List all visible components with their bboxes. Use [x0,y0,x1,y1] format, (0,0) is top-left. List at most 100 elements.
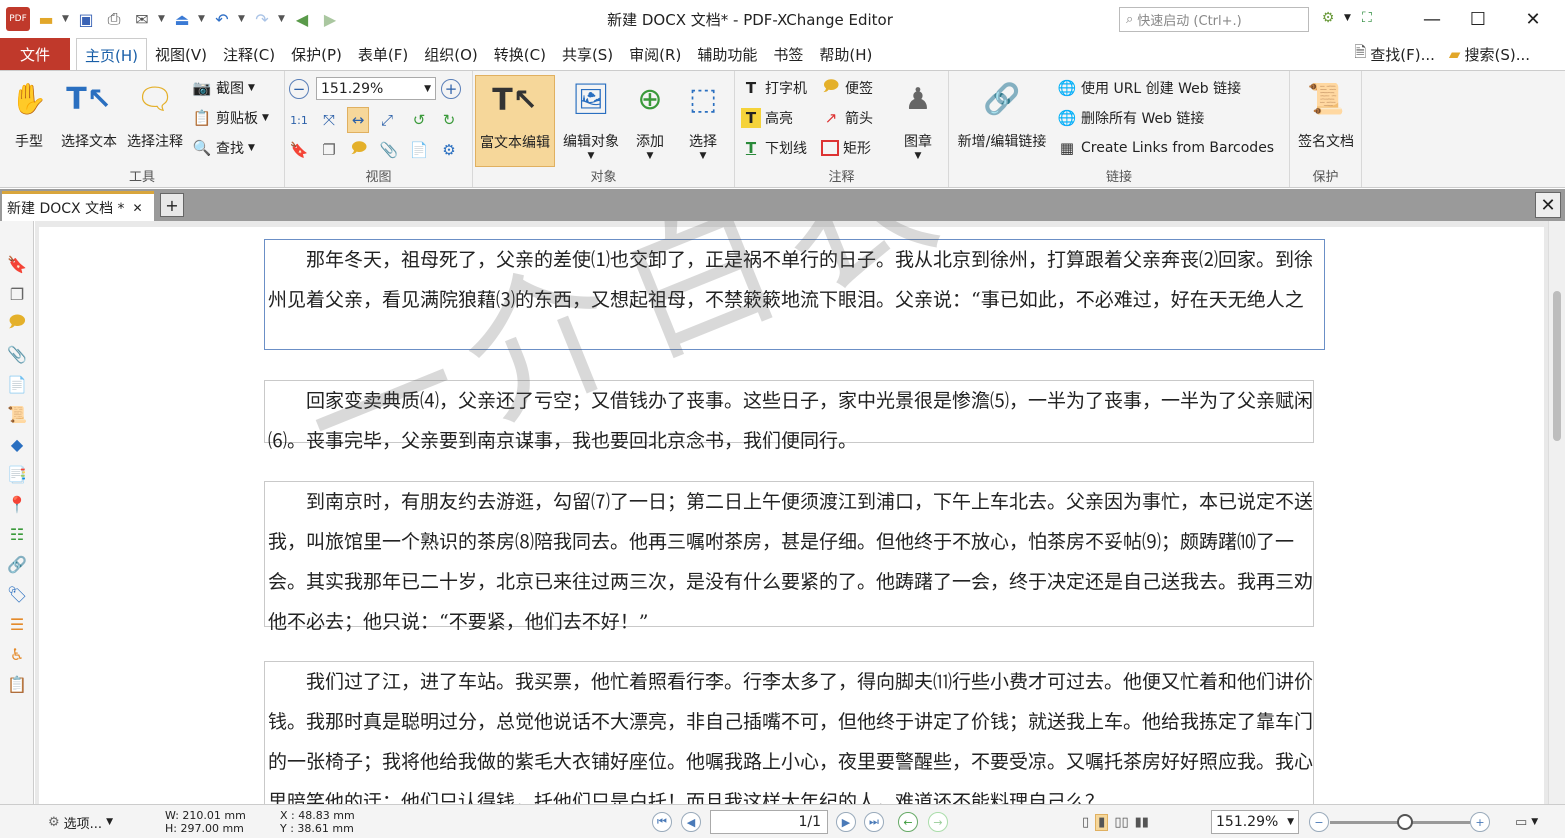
forward-icon[interactable]: ▶ [318,7,342,31]
customize-icon[interactable]: ⚙ [1316,6,1340,30]
attachments-pane-button[interactable]: 📎 [379,137,399,163]
chevron-down-icon[interactable]: ▼ [1344,13,1351,23]
find-button[interactable]: 🗎 查找(F)... [1354,42,1435,67]
rectangle-button[interactable]: 矩形 [821,135,871,161]
app-logo-icon[interactable]: PDF [6,7,30,31]
menu-review[interactable]: 审阅(R) [621,38,689,70]
scroll-thumb[interactable] [1553,291,1561,441]
select-text-button[interactable]: T↖ 选择文本 [58,75,120,151]
signatures-icon[interactable]: 📜 [6,403,28,425]
menu-protect[interactable]: 保护(P) [283,38,350,70]
hand-tool-button[interactable]: ✋ 手型 [6,75,52,151]
structure-icon[interactable]: ☷ [6,523,28,545]
status-zoom-in-button[interactable]: + [1470,812,1490,832]
barcode-links-button[interactable]: ▦ Create Links from Barcodes [1057,135,1274,161]
redo-icon[interactable]: ↷ [250,7,274,31]
clipboard-button[interactable]: 📋 剪贴板 ▼ [192,105,269,131]
fit-visible-button[interactable]: ⤢ [377,107,397,133]
bookmarks-pane-button[interactable]: 🔖 [289,137,309,163]
snapshot-button[interactable]: 📷 截图 ▼ [192,75,255,101]
options-button[interactable]: ⚙ 选项... ▼ [48,805,113,839]
destinations-icon[interactable]: 📍 [6,493,28,515]
search-button[interactable]: ▰ 搜索(S)... [1449,44,1530,65]
fit-page-button[interactable]: ⤧ [319,107,339,133]
menu-bookmarks[interactable]: 书签 [765,38,811,70]
rotate-right-button[interactable]: ↻ [439,107,459,133]
paragraph-box[interactable]: 那年冬天，祖母死了，父亲的差使⑴也交卸了，正是祸不单行的日子。我从北京到徐州，打… [264,239,1325,350]
print-icon[interactable]: ⎙ [102,7,126,31]
menu-home[interactable]: 主页(H) [76,38,147,71]
select-comment-button[interactable]: 🗨 选择注释 [124,75,186,151]
close-window-button[interactable]: ✕ [1510,0,1556,38]
fit-mode-button[interactable]: ▭ ▼ [1515,805,1538,839]
file-menu[interactable]: 文件 [0,38,70,70]
fullscreen-icon[interactable]: ⛶ [1355,6,1379,30]
chevron-down-icon[interactable]: ▼ [238,14,246,24]
status-zoom-select[interactable]: 151.29% ▼ [1211,810,1299,834]
actual-size-button[interactable]: 1:1 [289,107,309,133]
remove-web-links-button[interactable]: 🌐 删除所有 Web 链接 [1057,105,1205,131]
new-tab-button[interactable]: + [160,193,184,217]
paragraph-box[interactable]: 我们过了江，进了车站。我买票，他忙着照看行李。行李太多了，得向脚夫⑾行些小费才可… [264,661,1314,804]
open-folder-icon[interactable]: ▬ [34,7,58,31]
comments-pane-button[interactable]: 🗩 [349,137,369,163]
zoom-out-button[interactable]: − [289,76,309,102]
zoom-slider-knob[interactable] [1397,814,1413,830]
menu-view[interactable]: 视图(V) [147,38,215,70]
continuous-facing-icon[interactable]: ▮▮ [1135,815,1149,830]
underline-button[interactable]: T 下划线 [741,135,807,161]
maximize-button[interactable]: ☐ [1455,0,1501,38]
close-tab-icon[interactable]: ✕ [133,201,143,215]
arrow-button[interactable]: ↗ 箭头 [821,105,873,131]
zoom-in-button[interactable]: + [441,76,461,102]
find-tool-button[interactable]: 🔍 查找 ▼ [192,135,255,161]
document-view[interactable]: 那年冬天，祖母死了，父亲的差使⑴也交卸了，正是祸不单行的日子。我从北京到徐州，打… [35,221,1548,804]
new-edit-link-button[interactable]: 🔗 新增/编辑链接 [951,75,1053,151]
minimize-button[interactable]: — [1409,0,1455,38]
forward-view-button[interactable]: → [928,812,948,832]
select-object-button[interactable]: ⬚ 选择 ▼ [677,75,729,162]
chevron-down-icon[interactable]: ▼ [198,14,206,24]
links-icon[interactable]: 🔗 [6,553,28,575]
undo-icon[interactable]: ↶ [210,7,234,31]
highlight-button[interactable]: T 高亮 [741,105,793,131]
create-web-links-button[interactable]: 🌐 使用 URL 创建 Web 链接 [1057,75,1241,101]
save-icon[interactable]: ▣ [74,7,98,31]
comments-icon[interactable]: 🗩 [6,312,28,335]
close-document-button[interactable]: ✕ [1535,192,1561,218]
attachments-icon[interactable]: 📎 [6,343,28,365]
last-page-button[interactable]: ⏭ [864,812,884,832]
email-icon[interactable]: ✉ [130,7,154,31]
page-number-field[interactable]: 1/1 [710,810,828,834]
menu-share[interactable]: 共享(S) [554,38,621,70]
tags-icon[interactable]: 🏷 [6,583,28,605]
properties-pane-button[interactable]: 📄 [409,137,429,163]
back-view-button[interactable]: ← [898,812,918,832]
menu-accessibility[interactable]: 辅助功能 [689,38,765,70]
typewriter-button[interactable]: T 打字机 [741,75,807,101]
pages-pane-button[interactable]: ❐ [319,137,339,163]
layers-icon[interactable]: ◆ [6,433,28,455]
facing-page-icon[interactable]: ▯▯ [1114,815,1128,830]
single-page-icon[interactable]: ▯ [1082,815,1089,830]
paragraph-box[interactable]: 回家变卖典质⑷，父亲还了亏空；又借钱办了丧事。这些日子，家中光景很是惨澹⑸，一半… [264,380,1314,452]
menu-convert[interactable]: 转换(C) [486,38,554,70]
settings-pane-button[interactable]: ⚙ [439,137,459,163]
continuous-page-icon[interactable]: ▮ [1095,813,1109,831]
document-tab[interactable]: 新建 DOCX 文档 * ✕ [2,191,154,221]
thumbnails-icon[interactable]: ❐ [6,283,28,305]
reading-order-icon[interactable]: 📋 [6,673,28,695]
content-icon[interactable]: 📑 [6,463,28,485]
previous-page-button[interactable]: ◀ [681,812,701,832]
menu-form[interactable]: 表单(F) [350,38,416,70]
fit-width-button[interactable]: ↔ [347,107,369,133]
menu-help[interactable]: 帮助(H) [811,38,880,70]
chevron-down-icon[interactable]: ▼ [62,14,70,24]
sign-document-button[interactable]: 📜 签名文档 [1294,75,1358,151]
vertical-scrollbar[interactable] [1548,221,1565,804]
next-page-button[interactable]: ▶ [836,812,856,832]
zoom-select[interactable]: 151.29% ▼ [316,77,436,100]
rich-text-edit-button[interactable]: T↖ 富文本编辑 [475,75,555,167]
bookmarks-icon[interactable]: 🔖 [6,253,28,275]
menu-comment[interactable]: 注释(C) [215,38,283,70]
